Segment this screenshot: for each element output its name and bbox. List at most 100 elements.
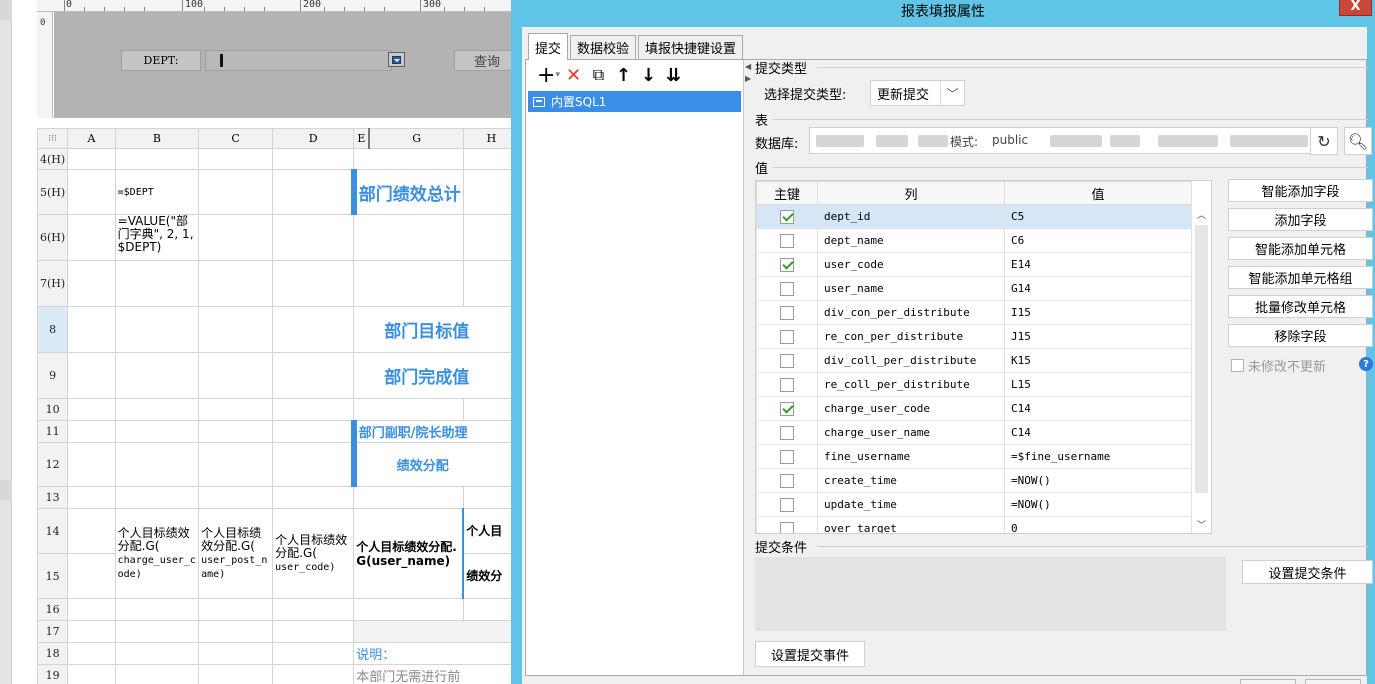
move-up-icon[interactable]: ↑: [611, 63, 636, 87]
dept-param-input[interactable]: [205, 50, 392, 71]
table-row[interactable]: update_time =NOW(): [756, 492, 1192, 517]
cell-g19[interactable]: 本部门无需进行前: [353, 664, 520, 684]
field-column-cell[interactable]: user_name: [817, 276, 1005, 301]
row-header[interactable]: 8: [36, 306, 69, 353]
search-table-icon[interactable]: 🔍︎: [1344, 127, 1372, 155]
table-row[interactable]: re_coll_per_distribute L15: [756, 372, 1192, 397]
remove-field-button[interactable]: 移除字段: [1228, 324, 1373, 347]
primary-key-checkbox[interactable]: [756, 444, 818, 469]
cell-g9[interactable]: 部门完成值: [353, 352, 520, 399]
field-column-cell[interactable]: charge_user_code: [817, 396, 1005, 421]
field-value-cell[interactable]: =NOW(): [1004, 492, 1192, 517]
field-value-cell[interactable]: =NOW(): [1004, 468, 1192, 493]
primary-key-checkbox[interactable]: [756, 204, 818, 229]
primary-key-checkbox[interactable]: [756, 228, 818, 253]
table-row[interactable]: fine_username =$fine_username: [756, 444, 1192, 469]
row-header[interactable]: 19: [36, 664, 69, 684]
primary-key-checkbox[interactable]: [756, 300, 818, 325]
tab-submit[interactable]: 提交: [528, 33, 569, 60]
batch-edit-cells-button[interactable]: 批量修改单元格: [1228, 295, 1373, 318]
smart-add-cell-button[interactable]: 智能添加单元格: [1228, 237, 1373, 260]
list-item-builtin-sql[interactable]: 内置SQL1: [528, 91, 741, 112]
table-row[interactable]: re_con_per_distribute J15: [756, 324, 1192, 349]
primary-key-checkbox[interactable]: [756, 492, 818, 517]
column-header-b[interactable]: B: [114, 128, 200, 149]
primary-key-checkbox[interactable]: [756, 468, 818, 493]
ok-button-partial[interactable]: [1240, 679, 1296, 684]
row-header[interactable]: 7(H): [36, 260, 69, 307]
field-column-cell[interactable]: dept_id: [817, 204, 1005, 229]
table-row[interactable]: charge_user_name C14: [756, 420, 1192, 445]
database-select[interactable]: 模式: public ﹀: [809, 127, 1335, 154]
add-icon[interactable]: + ▾: [536, 63, 561, 88]
vertical-scrollbar[interactable]: ︿ ﹀: [1191, 181, 1211, 533]
field-value-cell[interactable]: =$fine_username: [1004, 444, 1192, 469]
scroll-thumb[interactable]: [1195, 225, 1208, 493]
field-column-cell[interactable]: user_code: [817, 252, 1005, 277]
primary-key-checkbox[interactable]: [756, 252, 818, 277]
column-header-a[interactable]: A: [67, 128, 116, 149]
column-header-d[interactable]: D: [272, 128, 355, 149]
primary-key-checkbox[interactable]: [756, 396, 818, 421]
cell-e14[interactable]: 个人目标绩效分配.G(user_code): [272, 508, 355, 599]
row-header[interactable]: 9: [36, 352, 69, 399]
table-row[interactable]: dept_id C5: [756, 204, 1192, 229]
cell-g18[interactable]: 说明：: [353, 642, 520, 665]
field-value-cell[interactable]: J15: [1004, 324, 1192, 349]
row-header[interactable]: 14: [36, 508, 69, 554]
field-column-cell[interactable]: dept_name: [817, 228, 1005, 253]
refresh-icon[interactable]: ↻: [1310, 127, 1338, 155]
row-header[interactable]: 4(H): [36, 148, 69, 170]
field-value-cell[interactable]: C5: [1004, 204, 1192, 229]
cell-c5[interactable]: =$DEPT: [114, 169, 200, 215]
row-header[interactable]: 18: [36, 642, 69, 665]
set-submit-event-button[interactable]: 设置提交事件: [755, 641, 865, 667]
primary-key-checkbox[interactable]: [756, 372, 818, 397]
field-column-cell[interactable]: re_coll_per_distribute: [817, 372, 1005, 397]
field-value-cell[interactable]: 0: [1004, 516, 1192, 533]
row-header[interactable]: 6(H): [36, 214, 69, 261]
field-value-cell[interactable]: C14: [1004, 396, 1192, 421]
field-value-cell[interactable]: C14: [1004, 420, 1192, 445]
primary-key-checkbox[interactable]: [756, 324, 818, 349]
row-header[interactable]: 15: [36, 553, 69, 599]
field-value-cell[interactable]: K15: [1004, 348, 1192, 373]
row-header[interactable]: 13: [36, 486, 69, 509]
cell-g8[interactable]: 部门目标值: [353, 306, 520, 353]
table-row[interactable]: div_con_per_distribute I15: [756, 300, 1192, 325]
table-row[interactable]: create_time =NOW(): [756, 468, 1192, 493]
tab-fill-shortcuts[interactable]: 填报快捷键设置: [638, 35, 744, 59]
delete-icon[interactable]: ✕: [561, 63, 586, 87]
header-value[interactable]: 值: [1004, 181, 1192, 205]
move-bottom-icon[interactable]: ⇊: [661, 63, 686, 87]
table-row[interactable]: div_coll_per_distribute K15: [756, 348, 1192, 373]
scroll-down-icon[interactable]: ﹀: [1192, 515, 1211, 533]
primary-key-checkbox[interactable]: [756, 516, 818, 533]
primary-key-checkbox[interactable]: [756, 276, 818, 301]
field-column-cell[interactable]: over_target: [817, 516, 1005, 533]
header-column[interactable]: 列: [817, 181, 1005, 205]
field-value-cell[interactable]: G14: [1004, 276, 1192, 301]
field-column-cell[interactable]: create_time: [817, 468, 1005, 493]
dept-dropdown-button[interactable]: [388, 52, 405, 67]
primary-key-checkbox[interactable]: [756, 348, 818, 373]
cell-g12[interactable]: 绩效分配: [350, 442, 520, 487]
cell-g11[interactable]: 部门副职/院长助理: [350, 420, 520, 443]
field-column-cell[interactable]: div_con_per_distribute: [817, 300, 1005, 325]
submit-type-select[interactable]: 更新提交 ﹀: [870, 80, 965, 106]
table-row[interactable]: user_code E14: [756, 252, 1192, 277]
scroll-up-icon[interactable]: ︿: [1192, 205, 1211, 223]
cell-d14[interactable]: 个人目标绩效分配.G(user_post_name): [198, 508, 274, 599]
row-header[interactable]: 5(H): [36, 169, 69, 215]
cell-c6[interactable]: =VALUE("部门字典", 2, 1, $DEPT): [114, 214, 200, 261]
header-primary-key[interactable]: 主键: [756, 181, 818, 205]
help-icon[interactable]: ?: [1359, 357, 1373, 371]
field-value-cell[interactable]: I15: [1004, 300, 1192, 325]
add-field-button[interactable]: 添加字段: [1228, 208, 1373, 231]
table-row[interactable]: dept_name C6: [756, 228, 1192, 253]
field-column-cell[interactable]: fine_username: [817, 444, 1005, 469]
grid-corner[interactable]: ⁝⁝⁝: [36, 128, 69, 149]
cell-c14[interactable]: 个人目标绩效分配.G(charge_user_code): [114, 508, 200, 599]
field-column-cell[interactable]: re_con_per_distribute: [817, 324, 1005, 349]
set-submit-condition-button[interactable]: 设置提交条件: [1242, 560, 1373, 584]
